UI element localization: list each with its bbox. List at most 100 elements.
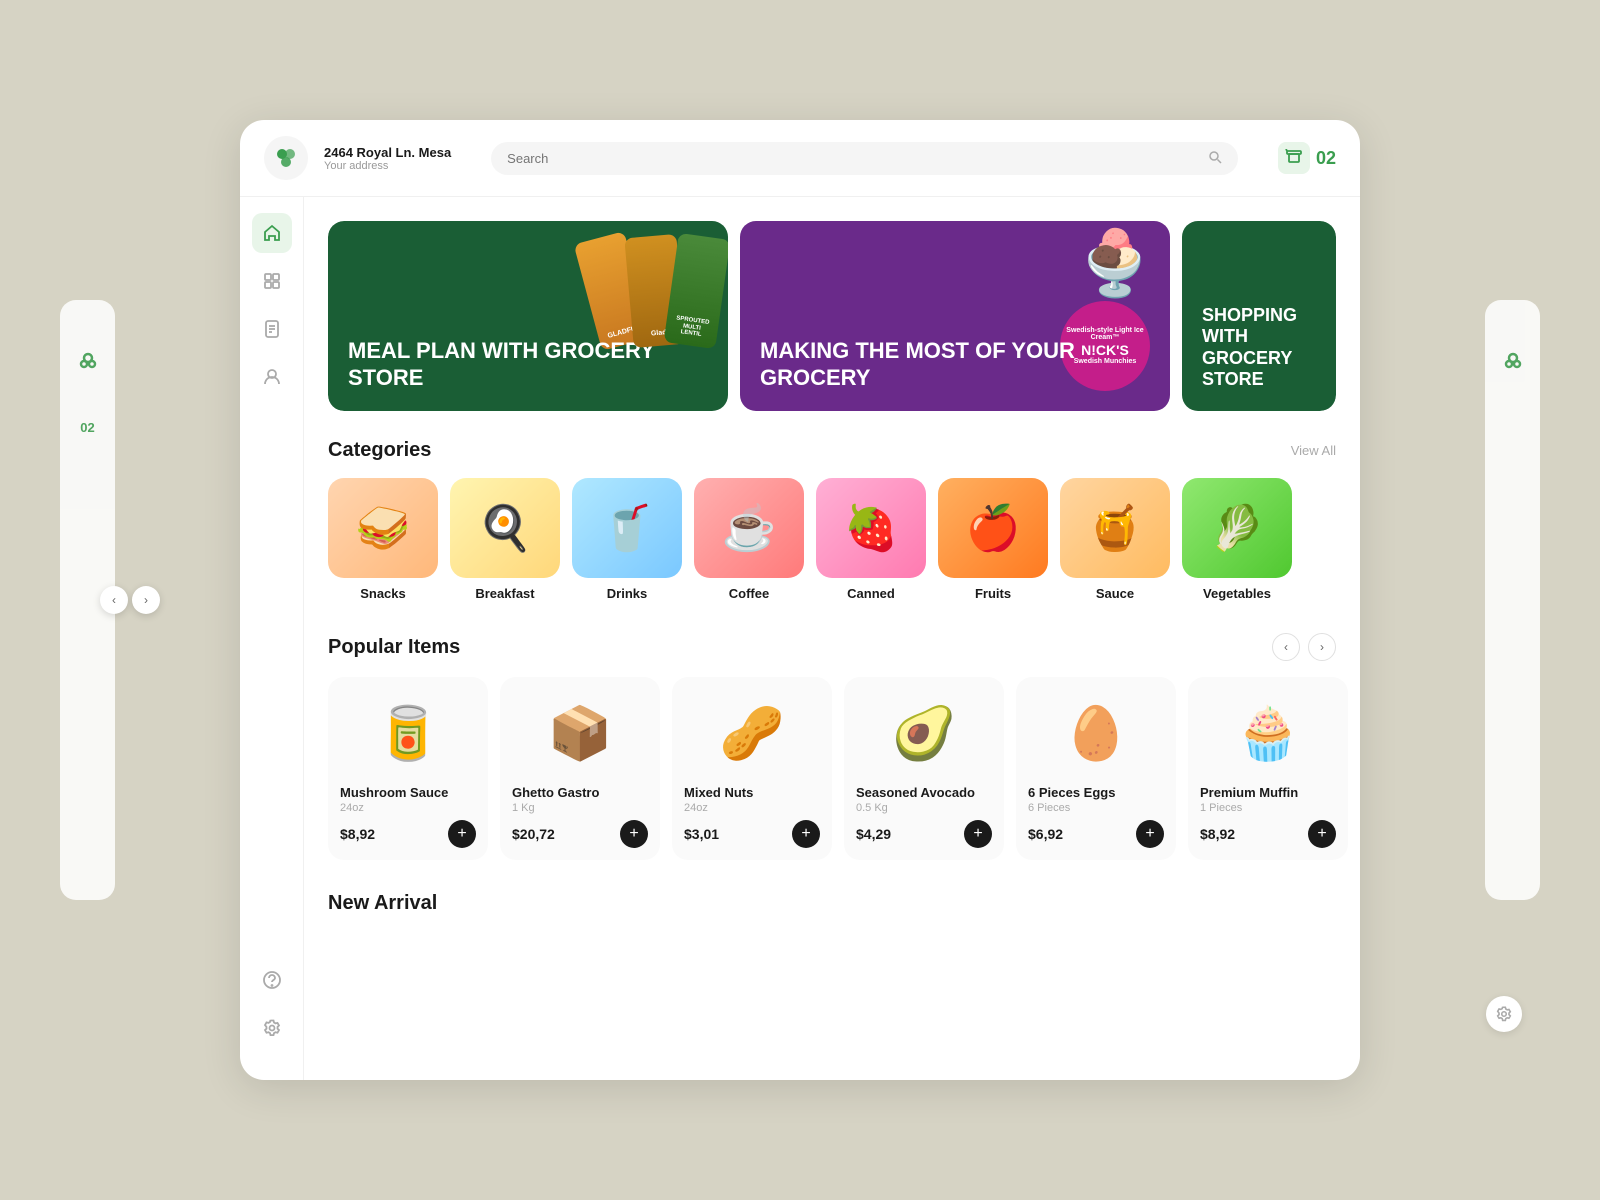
popular-next-arrow[interactable]: › <box>1308 633 1336 661</box>
sidebar-item-home[interactable] <box>252 213 292 253</box>
address-block[interactable]: 2464 Royal Ln. Mesa Your address <box>324 145 451 172</box>
sauce-label: Sauce <box>1096 586 1134 601</box>
categories-title: Categories <box>328 439 431 462</box>
avocado-qty: 0.5 Kg <box>856 802 992 814</box>
product-mushroom-sauce[interactable]: 🥫 Mushroom Sauce 24oz $8,92 + <box>328 677 488 860</box>
avocado-name: Seasoned Avocado <box>856 785 992 800</box>
product-eggs[interactable]: 🥚 6 Pieces Eggs 6 Pieces $6,92 + <box>1016 677 1176 860</box>
category-coffee[interactable]: ☕ Coffee <box>694 478 804 601</box>
eggs-image: 🥚 <box>1028 693 1164 773</box>
category-vegetables[interactable]: 🥬 Vegetables <box>1182 478 1292 601</box>
mixed-nuts-name: Mixed Nuts <box>684 785 820 800</box>
avocado-add-btn[interactable]: + <box>964 820 992 848</box>
body-layout: MEAL PLAN WITH GROCERY STORE GLADFUL Gla… <box>240 197 1360 1080</box>
mixed-nuts-price-row: $3,01 + <box>684 820 820 848</box>
left-peek-icon <box>76 350 100 379</box>
breakfast-label: Breakfast <box>475 586 534 601</box>
avocado-price: $4,29 <box>856 826 891 842</box>
banner-3-text: SHOPPING WITH GROCERY STORE <box>1202 305 1316 391</box>
next-arrow[interactable]: › <box>132 586 160 614</box>
left-nav-arrows[interactable]: ‹ › <box>100 586 160 614</box>
mixed-nuts-add-btn[interactable]: + <box>792 820 820 848</box>
sidebar-item-settings[interactable] <box>252 1008 292 1048</box>
ghetto-gastro-price: $20,72 <box>512 826 555 842</box>
popular-nav-arrows: ‹ › <box>1272 633 1336 661</box>
new-arrival-title: New Arrival <box>328 892 1336 915</box>
address-name: 2464 Royal Ln. Mesa <box>324 145 451 160</box>
category-canned[interactable]: 🍓 Canned <box>816 478 926 601</box>
sidebar <box>240 197 304 1080</box>
category-snacks[interactable]: 🥪 Snacks <box>328 478 438 601</box>
breakfast-icon-wrap: 🍳 <box>450 478 560 578</box>
ghetto-gastro-add-btn[interactable]: + <box>620 820 648 848</box>
popular-prev-arrow[interactable]: ‹ <box>1272 633 1300 661</box>
sidebar-item-grid[interactable] <box>252 261 292 301</box>
sauce-emoji: 🍯 <box>1088 502 1143 554</box>
cart-icon <box>1278 142 1310 174</box>
muffin-name: Premium Muffin <box>1200 785 1336 800</box>
muffin-qty: 1 Pieces <box>1200 802 1336 814</box>
mushroom-sauce-price: $8,92 <box>340 826 375 842</box>
muffin-price-row: $8,92 + <box>1200 820 1336 848</box>
mushroom-sauce-name: Mushroom Sauce <box>340 785 476 800</box>
address-label: Your address <box>324 160 451 172</box>
vegetables-label: Vegetables <box>1203 586 1271 601</box>
drinks-icon-wrap: 🥤 <box>572 478 682 578</box>
categories-view-all[interactable]: View All <box>1291 443 1336 458</box>
sidebar-bottom <box>252 960 292 1064</box>
muffin-add-btn[interactable]: + <box>1308 820 1336 848</box>
avocado-image: 🥑 <box>856 693 992 773</box>
drinks-label: Drinks <box>607 586 647 601</box>
coffee-label: Coffee <box>729 586 769 601</box>
eggs-add-btn[interactable]: + <box>1136 820 1164 848</box>
canned-label: Canned <box>847 586 895 601</box>
sauce-icon-wrap: 🍯 <box>1060 478 1170 578</box>
fruits-label: Fruits <box>975 586 1011 601</box>
banner-grocery[interactable]: MAKING THE MOST OF YOUR GROCERY 🍨 Swedis… <box>740 221 1170 411</box>
snacks-label: Snacks <box>360 586 406 601</box>
sidebar-item-support[interactable] <box>252 960 292 1000</box>
product-ghetto-gastro[interactable]: 📦 Ghetto Gastro 1 Kg $20,72 + <box>500 677 660 860</box>
muffin-image: 🧁 <box>1200 693 1336 773</box>
snacks-icon-wrap: 🥪 <box>328 478 438 578</box>
banner-2-text: MAKING THE MOST OF YOUR GROCERY <box>760 338 1150 391</box>
banner-meal-plan[interactable]: MEAL PLAN WITH GROCERY STORE GLADFUL Gla… <box>328 221 728 411</box>
fruits-emoji: 🍎 <box>966 502 1021 554</box>
mushroom-sauce-price-row: $8,92 + <box>340 820 476 848</box>
header: 2464 Royal Ln. Mesa Your address <box>240 120 1360 197</box>
fruits-icon-wrap: 🍎 <box>938 478 1048 578</box>
mixed-nuts-qty: 24oz <box>684 802 820 814</box>
settings-fab[interactable] <box>1486 996 1522 1032</box>
prev-arrow[interactable]: ‹ <box>100 586 128 614</box>
right-peek-card <box>1485 300 1540 900</box>
categories-header: Categories View All <box>328 439 1336 462</box>
popular-items-title: Popular Items <box>328 636 460 659</box>
main-content: MEAL PLAN WITH GROCERY STORE GLADFUL Gla… <box>304 197 1360 1080</box>
canned-icon-wrap: 🍓 <box>816 478 926 578</box>
app-logo[interactable] <box>264 136 308 180</box>
search-input[interactable] <box>507 151 1200 166</box>
category-sauce[interactable]: 🍯 Sauce <box>1060 478 1170 601</box>
coffee-emoji: ☕ <box>722 502 777 554</box>
product-muffin[interactable]: 🧁 Premium Muffin 1 Pieces $8,92 + <box>1188 677 1348 860</box>
mixed-nuts-price: $3,01 <box>684 826 719 842</box>
product-avocado[interactable]: 🥑 Seasoned Avocado 0.5 Kg $4,29 + <box>844 677 1004 860</box>
breakfast-emoji: 🍳 <box>478 502 533 554</box>
sidebar-item-orders[interactable] <box>252 309 292 349</box>
mushroom-sauce-add-btn[interactable]: + <box>448 820 476 848</box>
vegetables-icon-wrap: 🥬 <box>1182 478 1292 578</box>
sidebar-item-profile[interactable] <box>252 357 292 397</box>
drinks-emoji: 🥤 <box>600 502 655 554</box>
ghetto-gastro-price-row: $20,72 + <box>512 820 648 848</box>
cart-badge[interactable]: 02 <box>1278 142 1336 174</box>
category-breakfast[interactable]: 🍳 Breakfast <box>450 478 560 601</box>
search-bar[interactable] <box>491 142 1238 175</box>
snacks-emoji: 🥪 <box>356 502 411 554</box>
product-mixed-nuts[interactable]: 🥜 Mixed Nuts 24oz $3,01 + <box>672 677 832 860</box>
category-drinks[interactable]: 🥤 Drinks <box>572 478 682 601</box>
category-fruits[interactable]: 🍎 Fruits <box>938 478 1048 601</box>
eggs-name: 6 Pieces Eggs <box>1028 785 1164 800</box>
avocado-price-row: $4,29 + <box>856 820 992 848</box>
banner-shopping[interactable]: SHOPPING WITH GROCERY STORE <box>1182 221 1336 411</box>
products-grid: 🥫 Mushroom Sauce 24oz $8,92 + 📦 Ghetto G… <box>328 677 1336 860</box>
